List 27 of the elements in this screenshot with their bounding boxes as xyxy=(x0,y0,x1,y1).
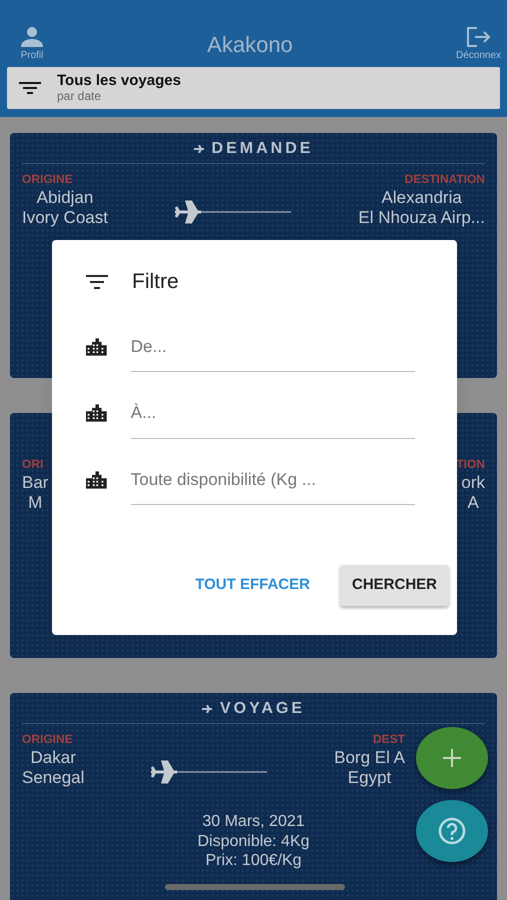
destination-text: El Nhouza Airp... xyxy=(358,208,485,228)
origin-text: Abidjan xyxy=(36,188,94,208)
trip-detail: Prix: 100€/Kg xyxy=(205,850,302,870)
trip-detail: 30 Mars, 2021 xyxy=(202,812,305,832)
card-type-label: VOYAGE xyxy=(220,698,305,719)
destination-text: Egypt xyxy=(348,768,392,788)
origin-text: Dakar xyxy=(30,748,76,768)
origin-text: M xyxy=(28,493,42,514)
destination-label: DESTINATION xyxy=(404,170,485,188)
trip-detail: Disponible: 4Kg xyxy=(197,832,310,851)
destination-text: ork xyxy=(461,472,485,494)
origin-text: Ivory Coast xyxy=(22,208,108,228)
origin-label: ORIGINE xyxy=(22,730,74,748)
sort-subtitle: par date xyxy=(57,90,102,103)
sort-title: Tous les voyages xyxy=(57,73,181,90)
destination-text: A xyxy=(468,493,479,514)
destination-text: Alexandria xyxy=(382,188,462,208)
origin-label: ORIGINE xyxy=(22,170,74,188)
destination-label: DEST xyxy=(372,730,405,748)
origin-text: Senegal xyxy=(22,768,84,788)
origin-label: ORI xyxy=(22,456,44,473)
origin-text: Bar xyxy=(22,472,48,494)
destination-label: TION xyxy=(456,456,485,473)
app-title: Akakono xyxy=(207,31,293,59)
card-type-label: DEMANDE xyxy=(212,138,314,159)
dialog-title: Filtre xyxy=(132,269,179,295)
destination-text: Borg El A xyxy=(334,748,405,768)
